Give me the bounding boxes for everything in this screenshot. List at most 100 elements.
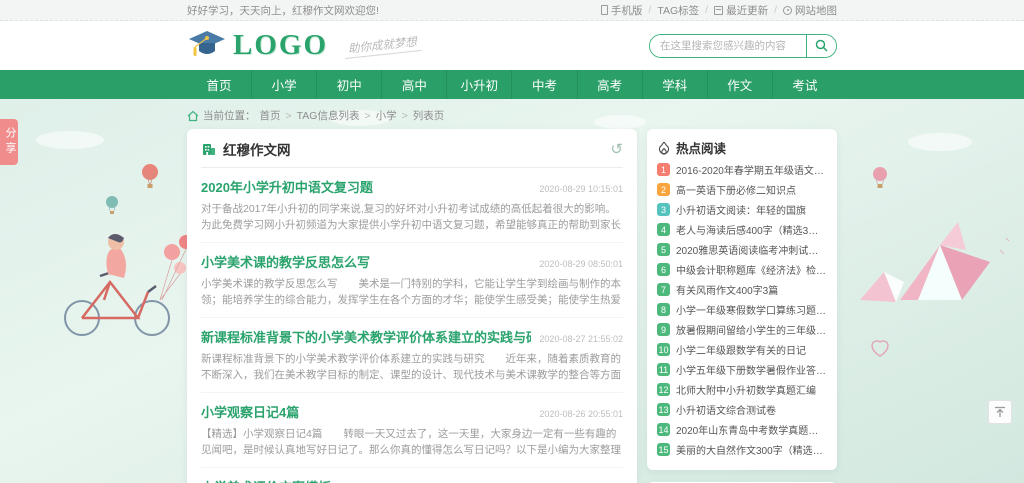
rank-badge: 8 — [657, 303, 670, 316]
site-header: LOGO 助你成就梦想 — [0, 21, 1024, 70]
main-nav: 首页 小学 初中 高中 小升初 中考 高考 学科 作文 考试 — [0, 70, 1024, 99]
nav-item-junior[interactable]: 初中 — [316, 70, 381, 99]
article-title-link[interactable]: 小学观察日记4篇 — [201, 402, 299, 421]
rank-badge: 9 — [657, 323, 670, 336]
calendar-icon — [714, 6, 723, 15]
building-icon — [201, 141, 217, 157]
breadcrumb-listpage[interactable]: 列表页 — [413, 108, 445, 123]
article-list-panel: 红穆作文网 ↺ 2020年小学升初中语文复习题 2020-08-29 10:15:… — [187, 129, 637, 483]
bicycle-rider-illustration — [65, 234, 193, 335]
rank-badge: 13 — [657, 403, 670, 416]
rank-badge: 6 — [657, 263, 670, 276]
separator: > — [402, 110, 408, 122]
search-input[interactable] — [650, 35, 806, 57]
search-button[interactable] — [806, 35, 836, 57]
hot-item[interactable]: 52020雅思英语阅读临考冲刺试题附答案 — [657, 242, 827, 257]
rank-badge: 5 — [657, 243, 670, 256]
separator: / — [774, 4, 777, 16]
rank-badge: 7 — [657, 283, 670, 296]
hot-item[interactable]: 12北师大附中小升初数学真题汇编 — [657, 382, 827, 397]
home-icon — [187, 110, 199, 122]
paper-crane-illustration — [860, 222, 1009, 356]
separator: > — [286, 110, 292, 122]
mobile-version-link[interactable]: 手机版 — [601, 3, 643, 18]
hot-reading-card: 热点阅读 12016-2020年春学期五年级语文下期末模拟 2高一英语下册必修二… — [647, 129, 837, 470]
article-summary: 对于备战2017年小升初的同学来说,复习的好坏对小升初考试成绩的高低起着很大的影… — [201, 201, 623, 234]
article-item: 2020年小学升初中语文复习题 2020-08-29 10:15:01 对于备战2… — [201, 168, 623, 243]
rank-badge: 4 — [657, 223, 670, 236]
rank-badge: 11 — [657, 363, 670, 376]
location-icon — [783, 6, 792, 15]
article-item: 小学美术课的教学反思怎么写 2020-08-29 08:50:01 小学美术课的教… — [201, 243, 623, 318]
rank-badge: 1 — [657, 163, 670, 176]
recent-updates-link[interactable]: 最近更新 — [714, 3, 768, 18]
article-title-link[interactable]: 小学美术评价方案模板 — [201, 477, 331, 483]
article-date: 2020-08-27 21:55:02 — [539, 334, 623, 344]
rank-badge: 12 — [657, 383, 670, 396]
top-bar: 好好学习，天天向上，红穆作文网欢迎您! 手机版 / TAG标签 / 最近更新 /… — [0, 0, 1024, 21]
article-title-link[interactable]: 新课程标准背景下的小学美术教学评价体系建立的实践与研究 — [201, 327, 531, 346]
breadcrumb-taglist[interactable]: TAG信息列表 — [297, 108, 360, 123]
hot-item[interactable]: 13小升初语文综合测试卷 — [657, 402, 827, 417]
hot-item[interactable]: 8小学一年级寒假数学口算练习题三篇 — [657, 302, 827, 317]
hot-item[interactable]: 12016-2020年春学期五年级语文下期末模拟 — [657, 162, 827, 177]
refresh-icon[interactable]: ↺ — [610, 142, 623, 157]
hot-item[interactable]: 7有关风雨作文400字3篇 — [657, 282, 827, 297]
breadcrumb: 当前位置： 首页 > TAG信息列表 > 小学 > 列表页 — [187, 108, 837, 123]
nav-item-gaokao[interactable]: 高考 — [577, 70, 642, 99]
rank-badge: 14 — [657, 423, 670, 436]
rank-badge: 10 — [657, 343, 670, 356]
article-date: 2020-08-26 20:55:01 — [539, 409, 623, 419]
separator: / — [705, 4, 708, 16]
logo-text: LOGO — [233, 29, 328, 62]
breadcrumb-primary[interactable]: 小学 — [376, 108, 397, 123]
article-date: 2020-08-29 08:50:01 — [539, 259, 623, 269]
hot-item[interactable]: 11小学五年级下册数学暑假作业答案【20-61 — [657, 362, 827, 377]
article-item: 小学观察日记4篇 2020-08-26 20:55:01 【精选】小学观察日记4篇… — [201, 393, 623, 468]
separator: / — [648, 4, 651, 16]
welcome-text: 好好学习，天天向上，红穆作文网欢迎您! — [187, 3, 379, 18]
mobile-icon — [601, 5, 608, 15]
tag-link[interactable]: TAG标签 — [657, 3, 699, 18]
breadcrumb-home[interactable]: 首页 — [260, 108, 281, 123]
article-title-link[interactable]: 2020年小学升初中语文复习题 — [201, 177, 373, 196]
nav-item-primary[interactable]: 小学 — [251, 70, 316, 99]
nav-item-xiaoshengchu[interactable]: 小升初 — [446, 70, 511, 99]
nav-item-composition[interactable]: 作文 — [707, 70, 772, 99]
rank-badge: 2 — [657, 183, 670, 196]
breadcrumb-label: 当前位置： — [203, 108, 256, 123]
arrow-to-top-icon — [994, 406, 1006, 418]
slogan-text: 助你成就梦想 — [343, 33, 421, 59]
hot-item[interactable]: 9放暑假期间留给小学生的三年级英语作文范文 — [657, 322, 827, 337]
share-tab[interactable]: 分享 — [0, 119, 18, 165]
article-date: 2020-08-29 10:15:01 — [539, 184, 623, 194]
hot-item[interactable]: 3小升初语文阅读：年轻的国旗 — [657, 202, 827, 217]
search-icon — [815, 39, 828, 52]
article-item: 小学美术评价方案模板2020-08-25 22:00:02 小学美术评价方案模板… — [201, 468, 623, 483]
nav-item-subject[interactable]: 学科 — [642, 70, 707, 99]
page-title: 红穆作文网 — [223, 139, 291, 159]
hot-item[interactable]: 6中级会计职称题库《经济法》检测题 — [657, 262, 827, 277]
rank-badge: 3 — [657, 203, 670, 216]
nav-item-senior[interactable]: 高中 — [381, 70, 446, 99]
hot-item[interactable]: 10小学二年级跟数学有关的日记 — [657, 342, 827, 357]
article-summary: 小学美术课的教学反思怎么写 美术是一门特别的学科，它能让学生学到绘画与制作的本领… — [201, 276, 623, 309]
back-to-top-button[interactable] — [988, 400, 1012, 424]
hot-item[interactable]: 142020年山东青岛中考数学真题（已公布） — [657, 422, 827, 437]
site-logo[interactable]: LOGO — [187, 28, 328, 64]
hot-reading-title: 热点阅读 — [676, 138, 726, 157]
nav-item-home[interactable]: 首页 — [187, 70, 251, 99]
article-summary: 新课程标准背景下的小学美术教学评价体系建立的实践与研究 近年来，随着素质教育的不… — [201, 351, 623, 384]
hot-item[interactable]: 4老人与海读后感400字（精选3篇） — [657, 222, 827, 237]
rank-badge: 15 — [657, 443, 670, 456]
sitemap-link[interactable]: 网站地图 — [783, 3, 837, 18]
hot-item[interactable]: 2高一英语下册必修二知识点 — [657, 182, 827, 197]
hot-item[interactable]: 15美丽的大自然作文300字（精选3篇） — [657, 442, 827, 457]
nav-item-exam[interactable]: 考试 — [772, 70, 837, 99]
article-summary: 【精选】小学观察日记4篇 转眼一天又过去了，这一天里，大家身边一定有一些有趣的见… — [201, 426, 623, 459]
nav-item-zhongkao[interactable]: 中考 — [511, 70, 576, 99]
graduation-cap-icon — [187, 28, 227, 64]
search-box — [649, 34, 837, 58]
separator: > — [364, 110, 370, 122]
article-title-link[interactable]: 小学美术课的教学反思怎么写 — [201, 252, 370, 271]
